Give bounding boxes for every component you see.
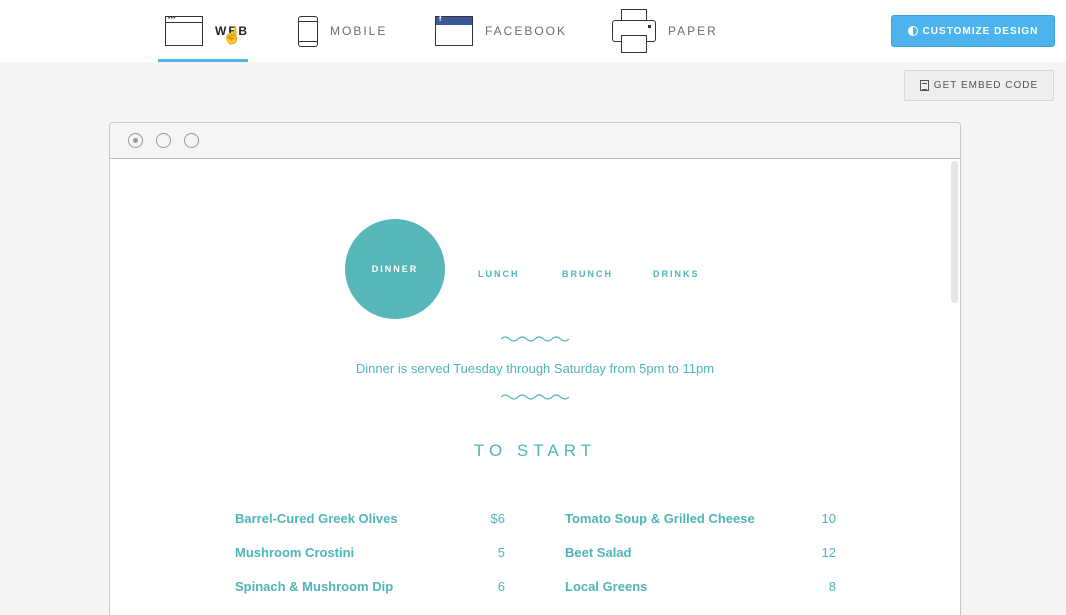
menu-item-price: 10 bbox=[821, 511, 836, 526]
menu-item-price: 5 bbox=[497, 545, 505, 560]
tab-paper-label: PAPER bbox=[668, 24, 718, 38]
tab-mobile[interactable]: MOBILE bbox=[298, 0, 387, 62]
menu-item-name: Barrel-Cured Greek Olives bbox=[235, 511, 398, 526]
browser-titlebar bbox=[110, 123, 960, 159]
document-icon bbox=[919, 80, 929, 91]
window-button-icon[interactable] bbox=[184, 133, 199, 148]
mobile-phone-icon bbox=[298, 15, 318, 47]
menu-item-price: 6 bbox=[497, 579, 505, 594]
menu-nav-dinner[interactable]: DINNER bbox=[345, 219, 445, 319]
menu-item-name: Spinach & Mushroom Dip bbox=[235, 579, 394, 594]
menu-nav-dinner-label: DINNER bbox=[371, 264, 419, 274]
tab-facebook-label: FACEBOOK bbox=[485, 24, 568, 38]
tab-paper[interactable]: PAPER bbox=[612, 0, 718, 62]
facebook-window-icon: f bbox=[435, 16, 473, 46]
customize-design-label: CUSTOMIZE DESIGN bbox=[922, 25, 1039, 37]
get-embed-code-button[interactable]: GET EMBED CODE bbox=[904, 70, 1054, 101]
menu-item-price: $6 bbox=[490, 511, 505, 526]
top-bar: ••• WEB MOBILE f FACEBOOK PAPER ☝ CUSTOM… bbox=[0, 0, 1066, 62]
printer-icon bbox=[612, 9, 656, 53]
menu-nav-drinks[interactable]: DRINKS bbox=[653, 269, 700, 279]
menu-item-name: Mushroom Crostini bbox=[235, 545, 355, 560]
browser-window-icon: ••• bbox=[165, 16, 203, 46]
menu-item-name: Beet Salad bbox=[565, 545, 632, 560]
menu-item-name: Local Greens bbox=[565, 579, 648, 594]
window-button-icon[interactable] bbox=[128, 133, 143, 148]
scrollbar[interactable] bbox=[951, 161, 958, 303]
menu-nav-lunch[interactable]: LUNCH bbox=[478, 269, 520, 279]
section-title: TO START bbox=[473, 441, 597, 460]
window-button-icon[interactable] bbox=[156, 133, 171, 148]
menu-nav-brunch[interactable]: BRUNCH bbox=[562, 269, 613, 279]
wave-divider-icon bbox=[501, 394, 569, 400]
contrast-icon bbox=[907, 26, 918, 36]
menu-item-price: 8 bbox=[828, 579, 836, 594]
browser-preview: DINNER LUNCH BRUNCH DRINKS Dinner is ser… bbox=[109, 122, 961, 615]
menu-item-name: Tomato Soup & Grilled Cheese bbox=[565, 511, 755, 526]
tab-facebook[interactable]: f FACEBOOK bbox=[435, 0, 567, 62]
get-embed-code-label: GET EMBED CODE bbox=[933, 80, 1039, 91]
hand-cursor-icon: ☝ bbox=[222, 28, 242, 45]
menu-item-price: 12 bbox=[821, 545, 836, 560]
served-hours-text: Dinner is served Tuesday through Saturda… bbox=[355, 361, 715, 376]
wave-divider-icon bbox=[501, 336, 569, 342]
customize-design-button[interactable]: CUSTOMIZE DESIGN bbox=[891, 15, 1055, 47]
active-tab-indicator bbox=[158, 59, 248, 62]
tab-mobile-label: MOBILE bbox=[330, 24, 388, 38]
